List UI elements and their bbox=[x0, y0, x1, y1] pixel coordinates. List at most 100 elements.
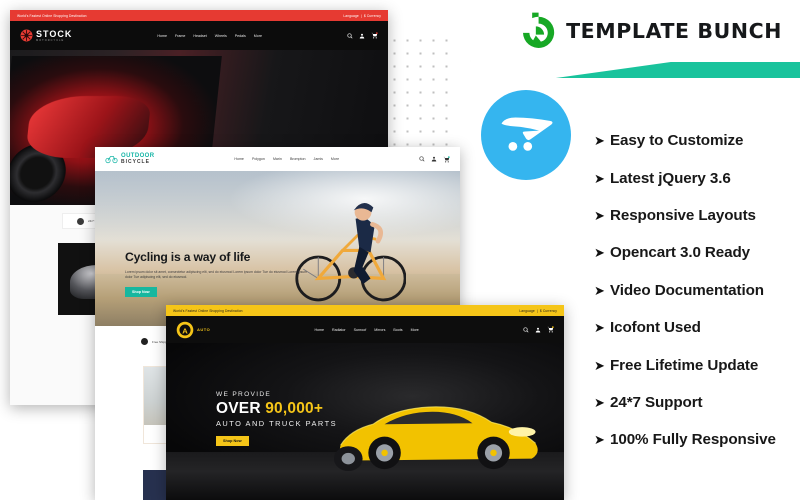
brand-header: TEMPLATE BUNCH bbox=[470, 0, 800, 78]
m2-logo-sub: BICYCLE bbox=[121, 159, 150, 166]
m1-logo-name: STOCK bbox=[36, 28, 73, 39]
m2-navbar: OUTDOOR BICYCLE Home Polygon Marin Bromp… bbox=[95, 147, 460, 171]
m1-nav-icons bbox=[347, 32, 378, 39]
m2-logo-icon bbox=[105, 156, 118, 164]
arrow-bullet-icon: ➤ bbox=[594, 133, 605, 149]
m3-hero-text: WE PROVIDE OVER 90,000+ AUTO AND TRUCK P… bbox=[216, 391, 406, 447]
m3-promo-text: World's Fastest Online Shopping Destinat… bbox=[173, 308, 243, 313]
cart-icon[interactable] bbox=[371, 32, 378, 39]
m3-logo-icon: A bbox=[176, 321, 194, 338]
arrow-bullet-icon: ➤ bbox=[594, 245, 605, 261]
m2-menu-item-1[interactable]: Polygon bbox=[252, 157, 265, 161]
m1-menu-item-3[interactable]: Wheels bbox=[215, 34, 227, 38]
m2-hero-paragraph: Lorem ipsum dolor sit amet, consectetur … bbox=[125, 269, 308, 279]
m3-nav-icons bbox=[523, 326, 554, 333]
m3-topbar: World's Fastest Online Shopping Destinat… bbox=[166, 305, 564, 316]
m1-menu-item-4[interactable]: Pedals bbox=[235, 34, 246, 38]
m1-currency-selector[interactable]: $ Currency bbox=[364, 14, 381, 18]
m1-topbar: World's Fastest Online Shopping Destinat… bbox=[10, 10, 388, 21]
opencart-cart-icon bbox=[501, 117, 553, 151]
m2-menu-item-2[interactable]: Marin bbox=[273, 157, 282, 161]
search-icon[interactable] bbox=[347, 32, 353, 39]
m1-language-selector[interactable]: Language bbox=[343, 14, 358, 18]
feature-item-2: ➤ Responsive Layouts bbox=[594, 197, 800, 234]
account-icon[interactable] bbox=[359, 33, 365, 39]
m3-menu-item-0[interactable]: Home bbox=[314, 328, 324, 332]
shipping-icon bbox=[141, 338, 148, 345]
arrow-bullet-icon: ➤ bbox=[594, 207, 605, 223]
m2-hero-banner: Cycling is a way of life Lorem ipsum dol… bbox=[95, 171, 460, 326]
m3-currency-selector[interactable]: $ Currency bbox=[540, 309, 557, 313]
feature-label-7: 24*7 Support bbox=[610, 393, 703, 411]
account-icon[interactable] bbox=[535, 327, 541, 333]
m1-menu: Home Frame Headset Wheels Pedals More bbox=[157, 34, 262, 38]
svg-text:A: A bbox=[182, 326, 188, 335]
m2-menu-item-4[interactable]: Jamis bbox=[314, 157, 323, 161]
m3-logo[interactable]: A AUTO bbox=[176, 321, 210, 339]
m3-shop-now-button[interactable]: Shop Now bbox=[216, 436, 249, 447]
feature-item-4: ➤ Video Documentation bbox=[594, 272, 800, 309]
feature-item-8: ➤ 100% Fully Responsive bbox=[594, 421, 800, 458]
template-bunch-logo-icon bbox=[512, 9, 556, 53]
search-icon[interactable] bbox=[419, 156, 425, 162]
feature-list: ➤ Easy to Customize ➤ Latest jQuery 3.6 … bbox=[594, 122, 800, 459]
m1-menu-item-1[interactable]: Frame bbox=[175, 34, 185, 38]
m2-shop-now-button[interactable]: Shop Now bbox=[125, 287, 157, 297]
m3-hero-eyebrow: WE PROVIDE bbox=[216, 391, 272, 398]
m3-hero-heading-prefix: OVER bbox=[216, 400, 266, 417]
m3-menu: Home Radiator Sunroof Mirrors Boots More bbox=[314, 328, 418, 332]
search-icon[interactable] bbox=[523, 326, 529, 333]
feature-item-0: ➤ Easy to Customize bbox=[594, 122, 800, 159]
m3-menu-item-5[interactable]: More bbox=[411, 328, 419, 332]
poster-canvas: World's Fastest Online Shopping Destinat… bbox=[0, 0, 800, 500]
brand-name: TEMPLATE BUNCH bbox=[566, 19, 782, 43]
m1-promo-text: World's Fastest Online Shopping Destinat… bbox=[17, 13, 87, 18]
opencart-badge bbox=[481, 90, 571, 180]
feature-label-2: Responsive Layouts bbox=[610, 206, 756, 224]
cart-icon[interactable] bbox=[547, 326, 554, 333]
m3-menu-item-4[interactable]: Boots bbox=[393, 328, 402, 332]
m3-hero-heading: OVER 90,000+ bbox=[216, 400, 406, 417]
feature-label-1: Latest jQuery 3.6 bbox=[610, 169, 731, 187]
feature-item-5: ➤ Icofont Used bbox=[594, 309, 800, 346]
m1-menu-item-0[interactable]: Home bbox=[157, 34, 167, 38]
account-icon[interactable] bbox=[431, 156, 437, 162]
m2-menu-item-3[interactable]: Brompton bbox=[290, 157, 306, 161]
feature-label-8: 100% Fully Responsive bbox=[610, 431, 776, 449]
m3-menu-item-2[interactable]: Sunroof bbox=[354, 328, 367, 332]
feature-item-6: ➤ Free Lifetime Update bbox=[594, 346, 800, 383]
m3-language-selector[interactable]: Language bbox=[519, 309, 534, 313]
m2-hero-heading: Cycling is a way of life bbox=[125, 250, 251, 264]
m1-topbar-right: Language | $ Currency bbox=[343, 13, 381, 18]
feature-item-3: ➤ Opencart 3.0 Ready bbox=[594, 234, 800, 271]
m2-hero-text: Cycling is a way of life Lorem ipsum dol… bbox=[125, 250, 315, 298]
m1-menu-item-5[interactable]: More bbox=[254, 34, 262, 38]
m2-menu-item-5[interactable]: More bbox=[331, 157, 339, 161]
feature-label-0: Easy to Customize bbox=[610, 132, 744, 150]
screenshot-autoparts-store[interactable]: World's Fastest Online Shopping Destinat… bbox=[166, 305, 564, 500]
brand-panel: TEMPLATE BUNCH bbox=[470, 0, 800, 62]
m1-logo[interactable]: STOCK MOTORCYCLE bbox=[20, 29, 72, 42]
feature-item-1: ➤ Latest jQuery 3.6 bbox=[594, 159, 800, 196]
m3-hero-heading-highlight: 90,000+ bbox=[265, 400, 324, 417]
m3-topbar-right: Language | $ Currency bbox=[519, 308, 557, 313]
feature-item-7: ➤ 24*7 Support bbox=[594, 384, 800, 421]
support-icon bbox=[77, 217, 84, 225]
arrow-bullet-icon: ➤ bbox=[594, 320, 605, 336]
m2-menu: Home Polygon Marin Brompton Jamis More bbox=[234, 157, 339, 161]
m3-menu-item-3[interactable]: Mirrors bbox=[374, 328, 385, 332]
m3-menu-item-1[interactable]: Radiator bbox=[332, 328, 346, 332]
arrow-bullet-icon: ➤ bbox=[594, 282, 605, 298]
m2-logo[interactable]: OUTDOOR BICYCLE bbox=[105, 153, 154, 165]
arrow-bullet-icon: ➤ bbox=[594, 394, 605, 410]
m1-logo-sub: MOTORCYCLE bbox=[36, 38, 65, 42]
dot-pattern-decoration bbox=[386, 32, 452, 158]
cart-icon[interactable] bbox=[443, 155, 450, 163]
m2-menu-item-0[interactable]: Home bbox=[234, 157, 244, 161]
m1-menu-item-2[interactable]: Headset bbox=[193, 34, 206, 38]
arrow-bullet-icon: ➤ bbox=[594, 357, 605, 373]
feature-label-4: Video Documentation bbox=[610, 281, 764, 299]
arrow-bullet-icon: ➤ bbox=[594, 170, 605, 186]
m1-logo-icon bbox=[20, 29, 33, 42]
m3-hero-banner: WE PROVIDE OVER 90,000+ AUTO AND TRUCK P… bbox=[166, 343, 564, 500]
